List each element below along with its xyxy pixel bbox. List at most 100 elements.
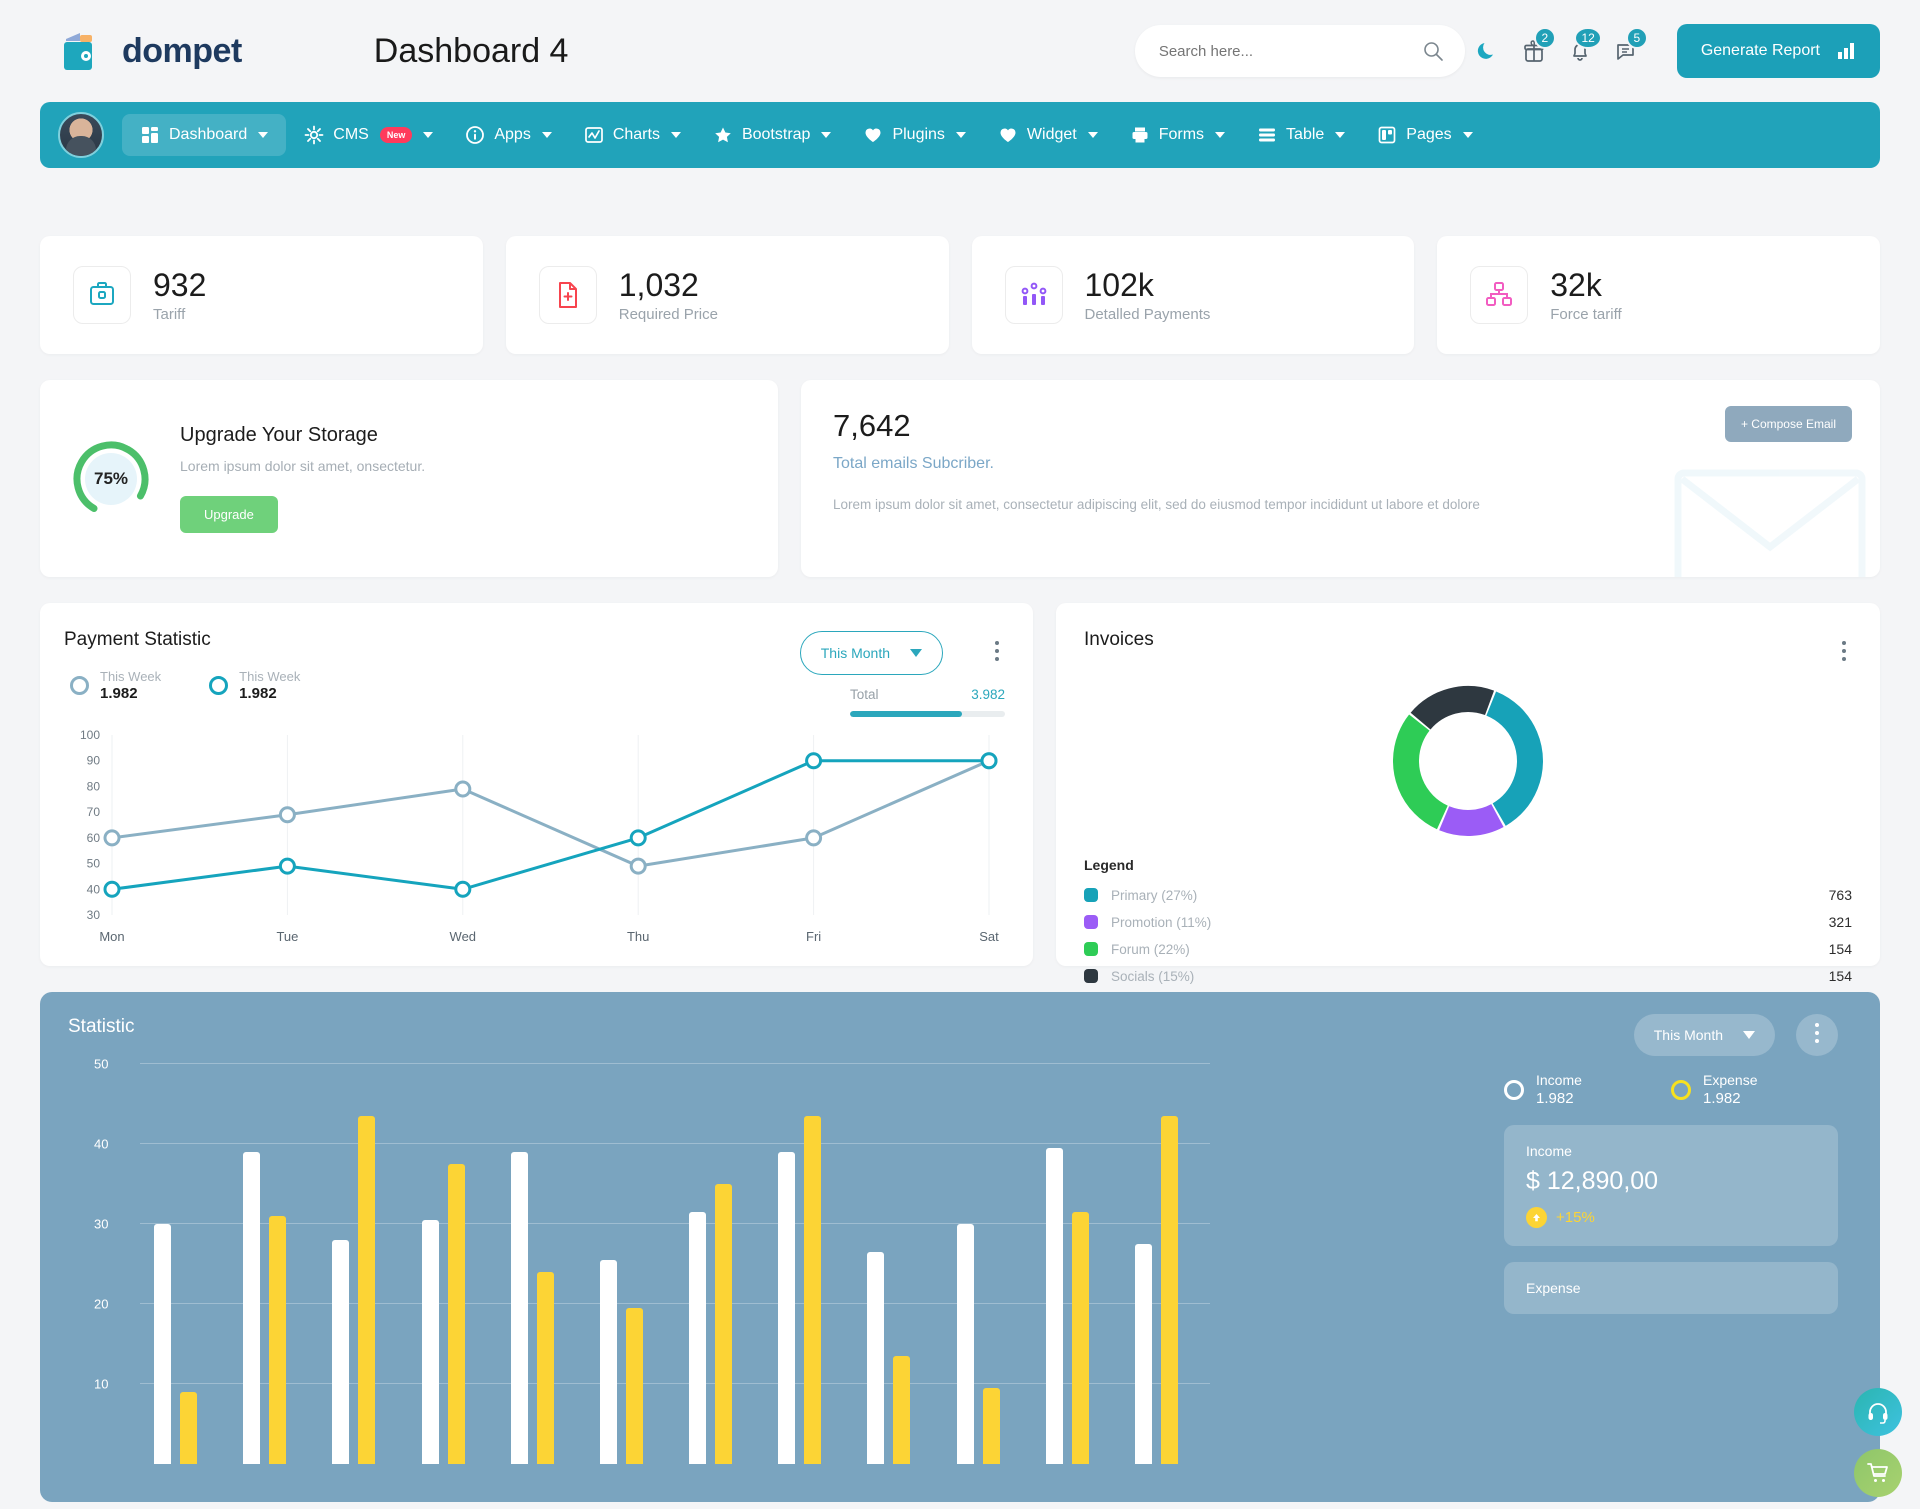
notifications-button[interactable]: 12 — [1557, 27, 1603, 64]
stat-card-force-tariff[interactable]: 32k Force tariff — [1437, 236, 1880, 354]
svg-text:90: 90 — [87, 754, 101, 768]
brand-logo[interactable]: dompet — [56, 25, 242, 77]
main-navbar: Dashboard CMS New Apps Charts Bootstrap … — [40, 102, 1880, 168]
nav-item-bootstrap[interactable]: Bootstrap — [699, 115, 845, 155]
mid-row: 75% Upgrade Your Storage Lorem ipsum dol… — [40, 380, 1880, 577]
nav-item-dashboard[interactable]: Dashboard — [122, 114, 287, 156]
bar — [715, 1184, 732, 1464]
statistic-period-select[interactable]: This Month — [1633, 1014, 1775, 1056]
chevron-down-icon — [1087, 132, 1098, 138]
briefcase-icon — [90, 282, 114, 305]
nav-label: Plugins — [892, 126, 945, 143]
legend-name: Promotion (11%) — [1111, 914, 1212, 930]
gridline — [140, 1063, 1210, 1064]
payment-period-select[interactable]: This Month — [799, 631, 943, 675]
svg-text:Wed: Wed — [450, 929, 477, 944]
y-axis-tick: 50 — [94, 1056, 109, 1072]
legend-item[interactable]: This Week 1.982 — [70, 669, 161, 702]
legend-row[interactable]: Socials (15%) 154 — [1084, 968, 1852, 984]
bar — [1045, 1148, 1063, 1464]
search-box[interactable] — [1134, 25, 1465, 77]
stat-value: 32k — [1550, 267, 1602, 304]
chevron-down-icon — [910, 649, 922, 657]
statistic-title: Statistic — [68, 1016, 135, 1037]
y-axis-tick: 20 — [94, 1296, 109, 1312]
svg-text:100: 100 — [80, 728, 100, 742]
statistic-more-menu[interactable] — [1796, 1014, 1838, 1056]
nav-item-apps[interactable]: Apps — [451, 115, 565, 155]
bar — [269, 1216, 287, 1464]
svg-text:40: 40 — [87, 882, 101, 896]
svg-text:Mon: Mon — [99, 929, 124, 944]
moon-icon — [1477, 43, 1493, 59]
gifts-button[interactable]: 2 — [1511, 27, 1557, 64]
arrow-up-icon — [1526, 1207, 1547, 1228]
payment-more-menu[interactable] — [995, 641, 999, 665]
stat-card-required-price[interactable]: 1,032 Required Price — [505, 236, 949, 354]
bar — [956, 1224, 974, 1464]
stat-cards-row: 932 Tariff 1,032 Required Price 102k Det… — [40, 236, 1880, 354]
bar — [1134, 1244, 1152, 1464]
search-icon[interactable] — [1421, 39, 1445, 63]
support-button[interactable] — [1854, 1388, 1902, 1436]
legend-value: 1.982 — [100, 685, 138, 702]
messages-button[interactable]: 5 — [1603, 27, 1649, 64]
stat-card-tariff[interactable]: 932 Tariff — [40, 236, 483, 354]
compose-email-button[interactable]: + Compose Email — [1724, 406, 1852, 442]
svg-text:Sat: Sat — [979, 929, 999, 944]
search-input[interactable] — [1158, 42, 1421, 60]
legend-row[interactable]: Promotion (11%) 321 — [1084, 914, 1852, 930]
bar — [982, 1388, 1000, 1464]
stat-label: Detalled Payments — [1084, 305, 1211, 323]
generate-report-button[interactable]: Generate Report — [1676, 24, 1880, 78]
gear-icon — [304, 125, 324, 145]
legend-row[interactable]: Primary (27%) 763 — [1084, 887, 1852, 903]
legend-item[interactable]: This Week 1.982 — [209, 669, 300, 702]
legend-swatch — [1084, 915, 1098, 929]
nav-item-cms[interactable]: CMS New — [290, 115, 447, 155]
brand-name: dompet — [122, 31, 242, 70]
gridline — [140, 1143, 1210, 1144]
legend-swatch — [1084, 969, 1098, 983]
stat-icon-box — [1470, 266, 1529, 324]
upgrade-button[interactable]: Upgrade — [180, 496, 278, 533]
income-delta-text: +15% — [1556, 1209, 1595, 1226]
bar — [243, 1152, 261, 1464]
bar — [1071, 1212, 1089, 1464]
stat-value: 932 — [153, 267, 207, 304]
stat-card-detailed-payments[interactable]: 102k Detalled Payments — [971, 236, 1415, 354]
heart-icon — [865, 128, 881, 142]
nav-item-forms[interactable]: Forms — [1116, 115, 1239, 155]
cart-button[interactable] — [1854, 1449, 1902, 1497]
generate-report-label: Generate Report — [1700, 42, 1820, 59]
stat-label: Tariff — [153, 305, 186, 323]
legend-label: Income — [1536, 1072, 1582, 1088]
legend-row[interactable]: Forum (22%) 154 — [1084, 941, 1852, 957]
nav-item-plugins[interactable]: Plugins — [849, 115, 979, 155]
user-avatar[interactable] — [58, 112, 104, 158]
svg-text:50: 50 — [87, 857, 101, 871]
chevron-down-icon — [955, 132, 966, 138]
storage-percent: 75% — [93, 468, 129, 488]
nav-item-charts[interactable]: Charts — [570, 115, 695, 155]
legend-item-income[interactable]: Income 1.982 — [1504, 1072, 1671, 1107]
storage-progress-ring: 75% — [68, 436, 154, 522]
nav-item-widget[interactable]: Widget — [984, 115, 1112, 155]
total-value: 3.982 — [971, 687, 1005, 702]
statistic-period-label: This Month — [1653, 1027, 1723, 1043]
dark-mode-toggle[interactable] — [1465, 40, 1511, 62]
legend-item-expense[interactable]: Expense 1.982 — [1671, 1072, 1838, 1107]
nav-item-table[interactable]: Table — [1243, 115, 1359, 155]
legend-ring-icon — [209, 676, 229, 695]
legend-ring-icon — [1504, 1079, 1524, 1100]
statistic-side-panel: Income 1.982 Expense 1.982 Income $ 12,8… — [1504, 1072, 1838, 1330]
legend-value: 1.982 — [1536, 1090, 1574, 1107]
payment-period-label: This Month — [820, 645, 890, 661]
nav-label: Forms — [1158, 126, 1205, 143]
nav-item-pages[interactable]: Pages — [1363, 115, 1486, 155]
payment-statistic-card: Payment Statistic This Week 1.982 This W… — [40, 603, 1033, 966]
bar — [358, 1116, 376, 1464]
chevron-down-icon — [423, 132, 434, 138]
invoices-more-menu[interactable] — [1842, 641, 1846, 665]
invoices-donut-chart — [1393, 686, 1543, 836]
